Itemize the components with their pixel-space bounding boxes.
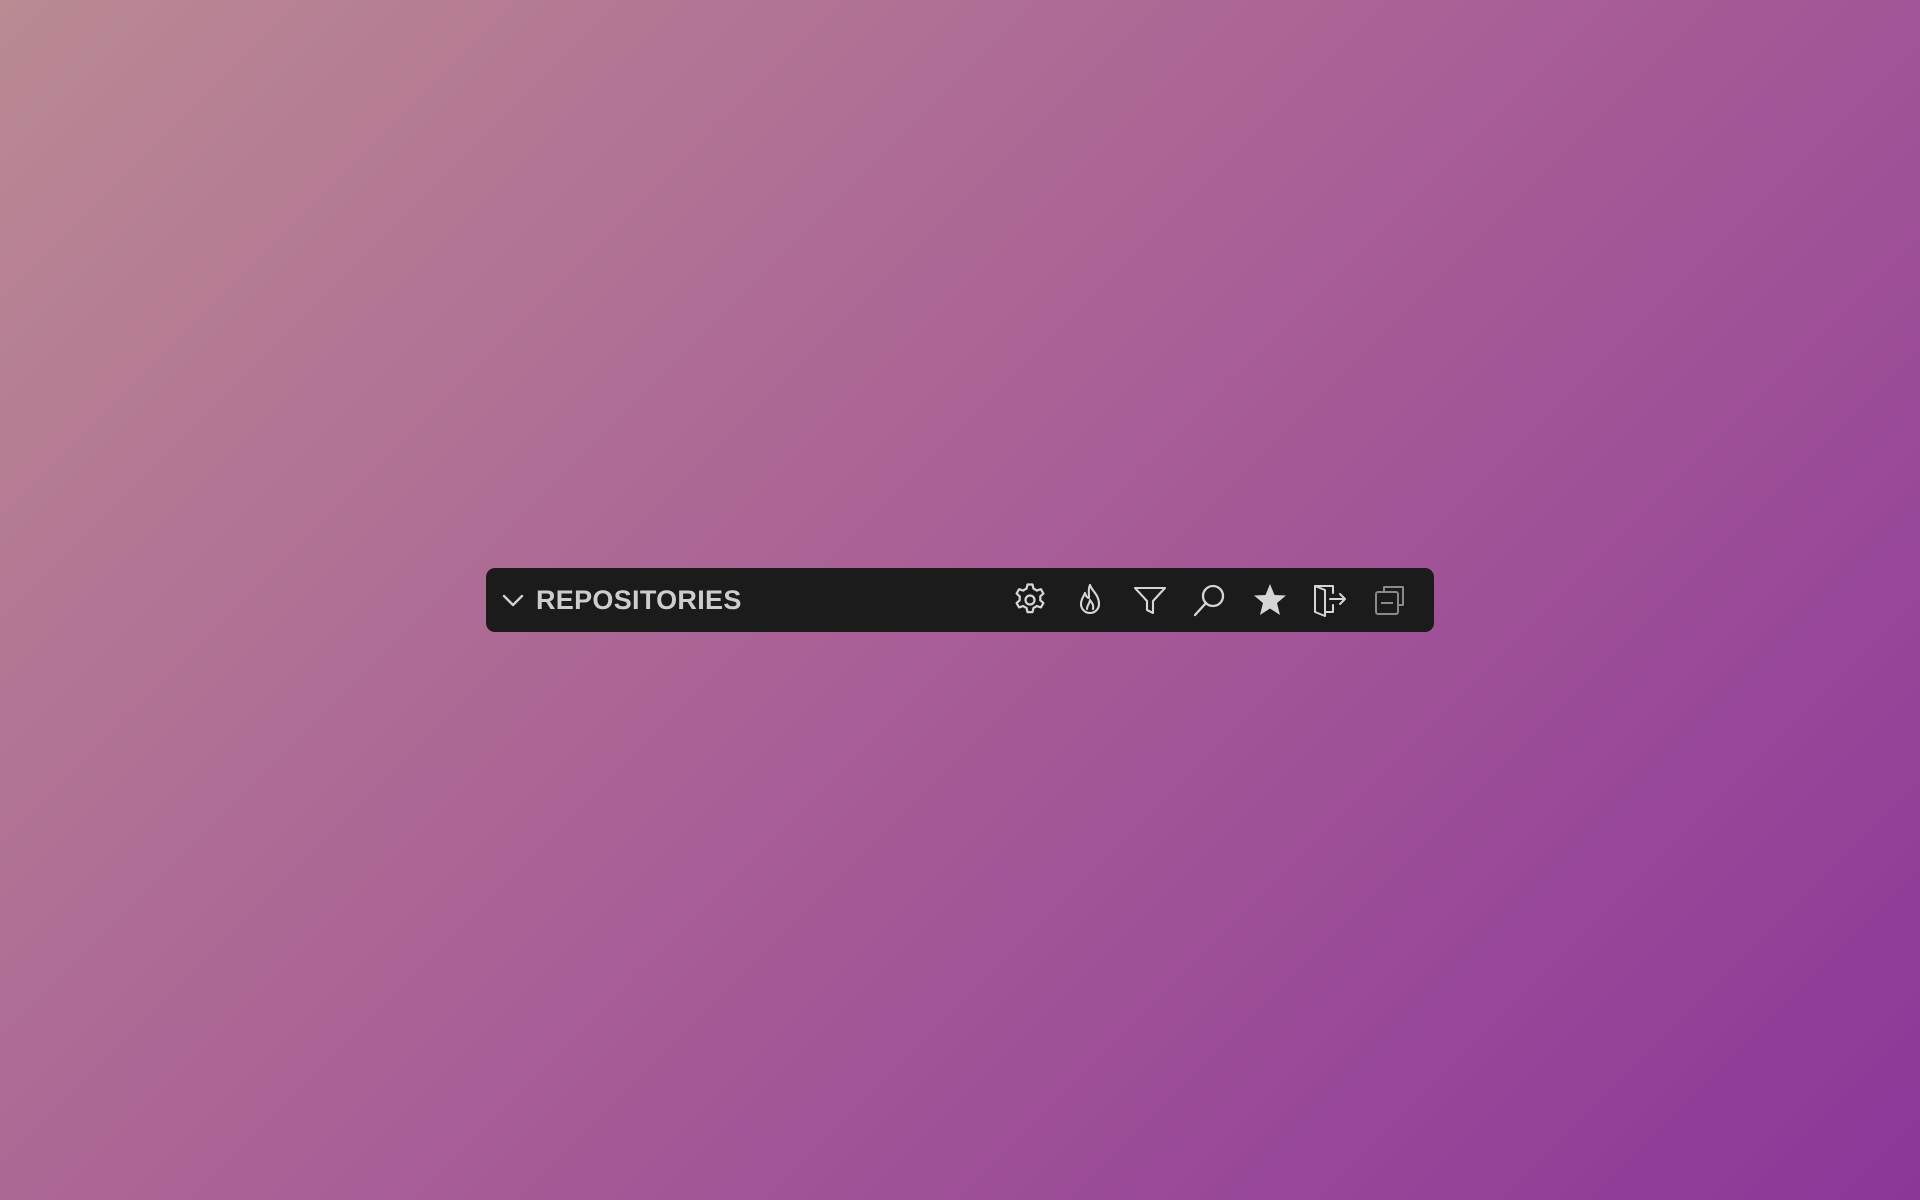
collapse-all-icon — [1375, 586, 1404, 615]
collapse-toggle[interactable] — [498, 585, 528, 615]
settings-button[interactable] — [1010, 580, 1050, 620]
panel-actions — [1010, 580, 1410, 620]
sign-out-icon — [1314, 585, 1346, 617]
starred-button[interactable] — [1250, 580, 1290, 620]
flame-icon — [1079, 583, 1101, 615]
repositories-panel-header: REPOSITORIES — [486, 568, 1434, 632]
search-button[interactable] — [1190, 580, 1230, 620]
filter-icon — [1133, 586, 1167, 615]
filter-button[interactable] — [1130, 580, 1170, 620]
star-icon — [1254, 584, 1286, 615]
gear-icon — [1015, 583, 1045, 614]
collapse-all-button[interactable] — [1370, 580, 1410, 620]
hot-button[interactable] — [1070, 580, 1110, 620]
sign-out-button[interactable] — [1310, 580, 1350, 620]
search-icon — [1193, 584, 1225, 617]
chevron-down-icon — [502, 594, 524, 607]
panel-title: REPOSITORIES — [536, 584, 742, 615]
